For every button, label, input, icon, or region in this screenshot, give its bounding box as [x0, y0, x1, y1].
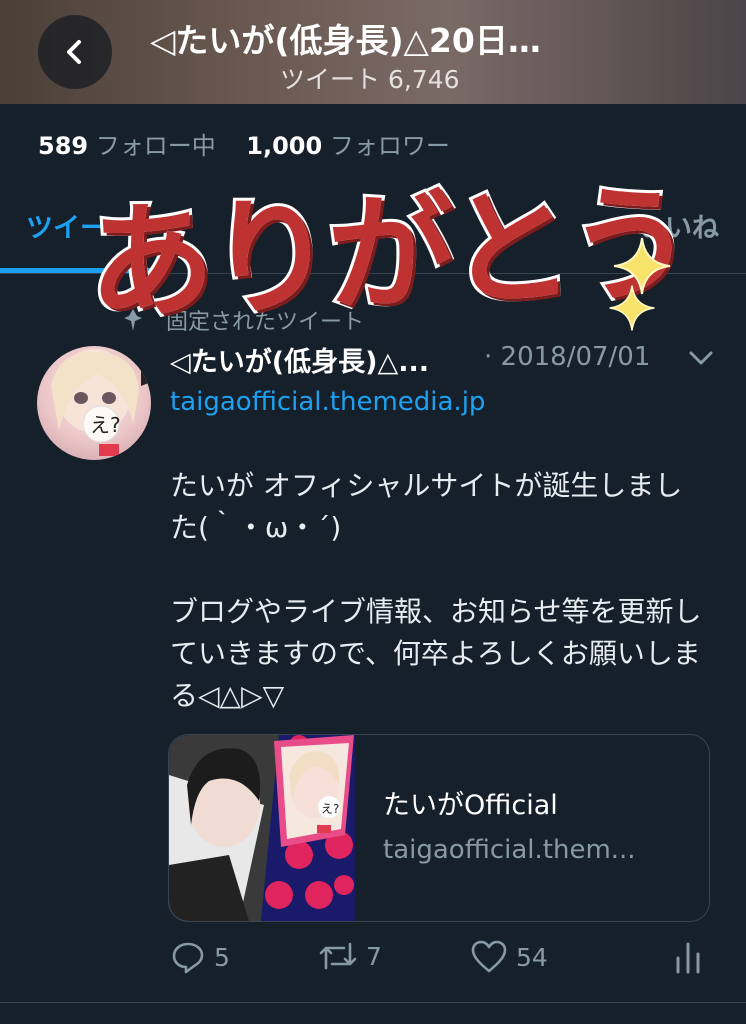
link-card[interactable]: え? たいがOfficial taigaofficial.them... [168, 734, 710, 922]
card-title: たいがOfficial [383, 790, 558, 821]
reply-icon [172, 942, 204, 974]
svg-text:え?: え? [90, 413, 121, 437]
svg-text:え?: え? [321, 802, 339, 816]
tweet-link[interactable]: taigaofficial.themedia.jp [170, 387, 485, 417]
back-chevron-icon [67, 40, 81, 64]
back-button[interactable] [38, 15, 112, 89]
header-tweet-count: ツイート 6,746 [280, 65, 460, 94]
retweet-button[interactable]: 7 [318, 940, 382, 972]
reply-count: 5 [214, 942, 230, 972]
header-title: ◁たいが(低身長)△20日… [150, 21, 541, 60]
chevron-down-icon[interactable] [688, 348, 714, 368]
reply-button[interactable]: 5 [170, 940, 230, 974]
profile-header: ◁たいが(低身長)△20日… ツイート 6,746 [0, 0, 746, 104]
analytics-button[interactable] [674, 940, 702, 974]
like-button[interactable]: 54 [470, 940, 548, 974]
sparkle-icon [609, 285, 655, 331]
like-count: 54 [516, 942, 548, 972]
thanks-overlay-text: ありがとう [83, 167, 694, 341]
retweet-icon [319, 942, 357, 970]
tweet-divider [0, 1002, 746, 1003]
retweet-count: 7 [366, 941, 382, 971]
tweet-text: たいが オフィシャルサイトが誕生しました(｀・ω・´) ブログやライブ情報、お知… [170, 469, 702, 712]
card-domain: taigaofficial.them... [383, 835, 636, 865]
card-thumbnail: え? [169, 735, 355, 921]
following-count: 589 [38, 132, 89, 160]
heart-icon [471, 940, 507, 973]
analytics-icon [676, 942, 700, 974]
card-thumbnail-image: え? [169, 735, 355, 921]
